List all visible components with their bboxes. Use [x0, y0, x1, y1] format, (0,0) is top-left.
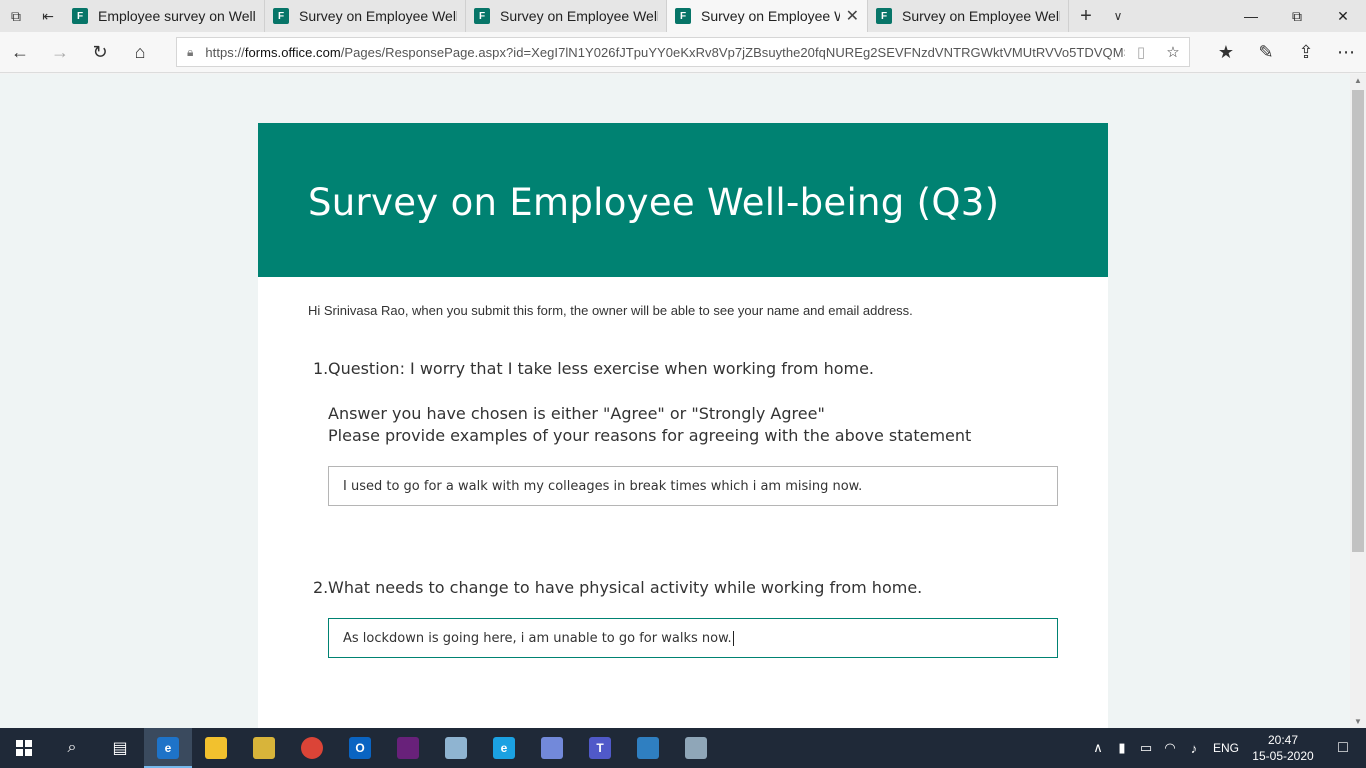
restore-button[interactable]: ⧉: [1274, 0, 1320, 32]
wifi-icon[interactable]: ◠: [1158, 740, 1182, 756]
tab-title: Survey on Employee Well-b: [500, 8, 658, 24]
tab-title: Survey on Employee We: [701, 8, 840, 24]
internet-explorer-icon[interactable]: e: [480, 728, 528, 768]
answer-2-value: As lockdown is going here, i am unable t…: [343, 630, 732, 646]
favorite-star-icon[interactable]: ☆: [1157, 43, 1189, 61]
more-menu-icon[interactable]: ⋯: [1326, 32, 1366, 73]
tab-2[interactable]: F Survey on Employee Well-b: [466, 0, 667, 32]
edge-browser-icon[interactable]: e: [144, 728, 192, 768]
notepad-icon[interactable]: [432, 728, 480, 768]
identity-notice: Hi Srinivasa Rao, when you submit this f…: [308, 303, 913, 318]
start-button[interactable]: [0, 728, 48, 768]
form-title: Survey on Employee Well-being (Q3): [308, 181, 1000, 224]
forward-button[interactable]: →: [40, 32, 80, 73]
tab-title: Survey on Employee Well-b: [299, 8, 457, 24]
refresh-button[interactable]: ↻: [80, 32, 120, 73]
tab-0[interactable]: F Employee survey on Well-b: [64, 0, 265, 32]
forms-favicon-icon: F: [72, 8, 88, 24]
favorites-hub-icon[interactable]: ★: [1206, 32, 1246, 73]
back-button[interactable]: ←: [0, 32, 40, 73]
tab-preview-chevron-icon[interactable]: ∨: [1103, 0, 1133, 32]
close-tab-icon[interactable]: ✕: [846, 6, 859, 26]
question-1-subtext-1: Answer you have chosen is either "Agree"…: [328, 404, 825, 423]
forms-favicon-icon: F: [474, 8, 490, 24]
input-language[interactable]: ENG: [1206, 741, 1246, 755]
reading-view-icon[interactable]: ▯: [1125, 43, 1157, 61]
battery-icon[interactable]: ▭: [1134, 740, 1158, 756]
page-viewport: Survey on Employee Well-being (Q3) Hi Sr…: [0, 74, 1350, 728]
minimize-button[interactable]: —: [1228, 0, 1274, 32]
new-tab-button[interactable]: +: [1069, 0, 1103, 32]
answer-2-input[interactable]: As lockdown is going here, i am unable t…: [328, 618, 1058, 658]
address-bar[interactable]: 🔒︎ https://forms.office.com/Pages/Respon…: [176, 37, 1190, 67]
tab-manager-icon[interactable]: ⧉: [0, 0, 32, 32]
lock-icon: 🔒︎: [187, 44, 194, 59]
url-scheme: https://: [205, 44, 245, 60]
forms-favicon-icon: F: [273, 8, 289, 24]
clock-time: 20:47: [1267, 733, 1299, 747]
set-aside-tabs-icon[interactable]: ⇤: [32, 0, 64, 32]
tools-app-icon[interactable]: [240, 728, 288, 768]
answer-1-value: I used to go for a walk with my colleage…: [343, 478, 863, 494]
tab-3-active[interactable]: F Survey on Employee We ✕: [667, 0, 868, 32]
question-text: Question: I worry that I take less exerc…: [328, 359, 875, 378]
scroll-up-arrow-icon[interactable]: ▲: [1350, 76, 1366, 85]
file-explorer-icon[interactable]: [192, 728, 240, 768]
volume-icon[interactable]: ♪: [1182, 741, 1206, 756]
text-caret: [732, 630, 734, 646]
show-hidden-icons-chevron-icon[interactable]: ∧: [1086, 740, 1110, 756]
browser-toolbar: ★ ✎ ⇪ ⋯: [1206, 32, 1366, 73]
close-window-button[interactable]: ✕: [1320, 0, 1366, 32]
home-button[interactable]: ⌂: [120, 32, 160, 73]
share-icon[interactable]: ⇪: [1286, 32, 1326, 73]
action-center-icon[interactable]: □: [1320, 739, 1366, 757]
tab-bar: ⧉ ⇤ F Employee survey on Well-b F Survey…: [0, 0, 1366, 32]
tab-title: Employee survey on Well-b: [98, 8, 256, 24]
clock-date: 15-05-2020: [1252, 749, 1314, 763]
windows-logo-icon: [16, 740, 32, 756]
question-text: What needs to change to have physical ac…: [328, 578, 923, 597]
url-text[interactable]: https://forms.office.com/Pages/ResponseP…: [205, 45, 1125, 60]
forms-favicon-icon: F: [876, 8, 892, 24]
question-number: 2.: [313, 578, 329, 597]
outlook-icon[interactable]: O: [336, 728, 384, 768]
window-controls: — ⧉ ✕: [1228, 0, 1366, 32]
url-path: /Pages/ResponsePage.aspx?id=XegI7lN1Y026…: [340, 44, 1125, 60]
question-number: 1.: [313, 359, 329, 378]
discord-icon[interactable]: [528, 728, 576, 768]
chrome-icon[interactable]: [288, 728, 336, 768]
form-card: Survey on Employee Well-being (Q3) Hi Sr…: [258, 123, 1108, 728]
tab-title: Survey on Employee Well-b: [902, 8, 1060, 24]
url-domain: forms.office.com: [244, 44, 341, 60]
question-1-subtext-2: Please provide examples of your reasons …: [328, 426, 972, 445]
search-icon[interactable]: ⌕: [48, 728, 96, 768]
forms-favicon-icon: F: [675, 8, 691, 24]
windows-taskbar: ⌕ ▤ e O e T ∧ ▮ ▭ ◠ ♪ ENG 20:47 15-05-20…: [0, 728, 1366, 768]
navigation-bar: ← → ↻ ⌂ 🔒︎ https://forms.office.com/Page…: [0, 32, 1366, 73]
scroll-down-arrow-icon[interactable]: ▼: [1350, 717, 1366, 726]
form-header-banner: Survey on Employee Well-being (Q3): [258, 123, 1108, 277]
vertical-scrollbar[interactable]: ▲ ▼: [1350, 74, 1366, 728]
task-view-icon[interactable]: ▤: [96, 728, 144, 768]
tab-1[interactable]: F Survey on Employee Well-b: [265, 0, 466, 32]
microphone-icon[interactable]: ▮: [1110, 740, 1134, 756]
desktop-app-icon[interactable]: [624, 728, 672, 768]
tab-4[interactable]: F Survey on Employee Well-b: [868, 0, 1069, 32]
system-tray: ∧ ▮ ▭ ◠ ♪ ENG 20:47 15-05-2020 □: [1086, 732, 1366, 764]
web-note-pen-icon[interactable]: ✎: [1246, 32, 1286, 73]
teams-icon[interactable]: T: [576, 728, 624, 768]
clock[interactable]: 20:47 15-05-2020: [1246, 732, 1320, 764]
scrollbar-thumb[interactable]: [1352, 90, 1364, 552]
answer-1-input[interactable]: I used to go for a walk with my colleage…: [328, 466, 1058, 506]
paint-icon[interactable]: [672, 728, 720, 768]
visual-studio-icon[interactable]: [384, 728, 432, 768]
